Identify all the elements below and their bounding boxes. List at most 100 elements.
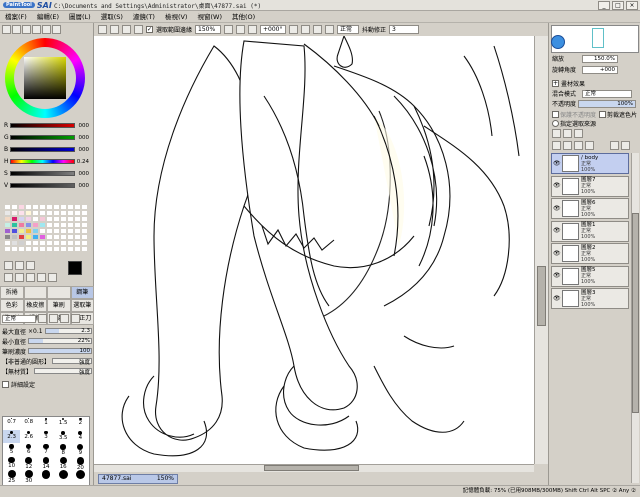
brush-size-preset[interactable]: 1.5: [55, 417, 72, 430]
slider-track[interactable]: [10, 159, 75, 164]
nav-rotation-field[interactable]: +000: [582, 65, 618, 74]
brush-property-multiplier[interactable]: ×0.1: [28, 328, 43, 335]
brush-shape-4-icon[interactable]: [71, 314, 80, 323]
brush-size-preset[interactable]: 4: [72, 430, 89, 443]
brush-size-preset[interactable]: 7: [37, 443, 54, 456]
eyedropper-icon[interactable]: [26, 261, 35, 270]
color-slider-h[interactable]: H 0.24: [4, 157, 90, 166]
brush-size-preset[interactable]: 12: [20, 456, 37, 470]
slider-track[interactable]: [10, 135, 75, 140]
layer-row[interactable]: 👁 / body 正常 100%: [551, 153, 629, 174]
color-swatch[interactable]: [39, 246, 46, 252]
brush-size-preset[interactable]: 5: [3, 443, 20, 456]
menu-window[interactable]: 視窗(W): [192, 11, 227, 23]
menu-layer[interactable]: 圖層(L): [64, 11, 96, 23]
minimize-button[interactable]: _: [598, 1, 610, 10]
menu-file[interactable]: 檔案(F): [0, 11, 32, 23]
color-swatch[interactable]: [74, 246, 81, 252]
brush-size-preset[interactable]: 20: [72, 456, 89, 471]
reset-rotation-icon[interactable]: [313, 25, 323, 34]
nav-zoom-field[interactable]: 150.0%: [582, 54, 618, 63]
menu-edit[interactable]: 編輯(E): [32, 11, 64, 23]
preserve-opacity-checkbox[interactable]: [552, 111, 559, 118]
brush-blend-select[interactable]: 正常: [2, 314, 36, 323]
rotate-right-icon[interactable]: [301, 25, 311, 34]
flip-icon[interactable]: [325, 25, 335, 34]
select-edges-checkbox[interactable]: ✓: [146, 26, 153, 33]
eyedropper-tool-icon[interactable]: [48, 273, 57, 282]
brush-tool[interactable]: 拆捲: [0, 286, 24, 299]
effect-row[interactable]: + 畫材效果: [552, 79, 585, 88]
layer-mask-icon[interactable]: [610, 141, 619, 150]
brush-size-preset[interactable]: 9: [72, 443, 89, 456]
color-wheel[interactable]: [5, 38, 85, 118]
zoom-select[interactable]: 150%: [195, 25, 222, 34]
eye-icon[interactable]: 👁: [553, 182, 561, 190]
selection-source-checkbox[interactable]: [552, 120, 559, 127]
brush-property-slider[interactable]: 強度: [34, 368, 92, 376]
brush-property-slider[interactable]: 2.3: [44, 328, 92, 334]
canvas-horizontal-scrollbar[interactable]: [94, 464, 534, 472]
effect-toggle[interactable]: +: [552, 80, 559, 87]
saturation-value-square[interactable]: [24, 57, 66, 99]
color-swatch[interactable]: [18, 246, 25, 252]
brush-size-preset[interactable]: 2.6: [20, 430, 37, 443]
color-swatch[interactable]: [11, 246, 18, 252]
brush-size-preset[interactable]: [72, 469, 89, 482]
stabilizer-select[interactable]: 3: [389, 25, 420, 34]
rotation-select[interactable]: +000°: [260, 25, 287, 34]
clipping-checkbox[interactable]: [599, 111, 607, 118]
menu-view[interactable]: 檢視(V): [160, 11, 193, 23]
hsv-slider-tab-icon[interactable]: [22, 25, 31, 34]
brush-tool[interactable]: 鋼筆: [70, 286, 94, 299]
brush-size-preset[interactable]: 16: [55, 456, 72, 470]
slider-track[interactable]: [10, 123, 75, 128]
brush-size-preset[interactable]: 10: [3, 456, 20, 469]
brush-size-preset[interactable]: [55, 469, 72, 482]
color-swatch[interactable]: [4, 246, 11, 252]
layer-row[interactable]: 👁 圖層6 正常 100%: [551, 198, 629, 219]
maximize-button[interactable]: □: [612, 1, 624, 10]
rgb-slider-tab-icon[interactable]: [12, 25, 21, 34]
color-wheel-tab-icon[interactable]: [2, 25, 11, 34]
menu-other[interactable]: 其他(O): [227, 11, 260, 23]
brush-size-preset[interactable]: 25: [3, 469, 20, 484]
close-button[interactable]: ×: [626, 1, 638, 10]
brush-tool[interactable]: [47, 286, 71, 299]
brush-size-preset[interactable]: 2: [72, 417, 89, 430]
horizontal-scroll-thumb[interactable]: [264, 465, 359, 471]
brush-tool[interactable]: 色彩: [0, 299, 24, 312]
color-swatch[interactable]: [67, 246, 74, 252]
rotate-icon[interactable]: [248, 25, 258, 34]
brush-size-preset[interactable]: 0.7: [3, 417, 20, 430]
invert-selection-icon[interactable]: [134, 25, 143, 34]
rotate-tool-icon[interactable]: [26, 273, 35, 282]
fg-bg-colors[interactable]: [68, 261, 88, 283]
apply-mask-icon[interactable]: [621, 141, 630, 150]
delete-layer-icon[interactable]: [585, 141, 594, 150]
merge-down-icon[interactable]: [563, 141, 572, 150]
brush-size-preset[interactable]: 6: [20, 443, 37, 456]
vertical-scroll-thumb[interactable]: [537, 266, 546, 326]
rotate-left-icon[interactable]: [289, 25, 299, 34]
menu-filter[interactable]: 濾鏡(T): [128, 11, 160, 23]
slider-track[interactable]: [10, 171, 75, 176]
mixer-tab-icon[interactable]: [42, 25, 51, 34]
brush-property-slider[interactable]: 強度: [52, 358, 92, 366]
brush-tool[interactable]: [23, 286, 47, 299]
deselect-icon[interactable]: [122, 25, 131, 34]
eye-icon[interactable]: 👁: [553, 250, 561, 258]
brush-size-preset[interactable]: 14: [37, 456, 54, 470]
brush-size-preset[interactable]: 1: [37, 417, 54, 430]
brush-property-slider[interactable]: 22%: [28, 338, 92, 344]
brush-tool[interactable]: 橡皮擦: [23, 299, 47, 312]
eye-icon[interactable]: 👁: [553, 272, 561, 280]
drawing-canvas[interactable]: [94, 36, 534, 464]
brush-size-preset[interactable]: [37, 469, 54, 482]
swatch-tab-icon[interactable]: [32, 25, 41, 34]
color-slider-r[interactable]: R 000: [4, 121, 90, 130]
slider-track[interactable]: [10, 183, 75, 188]
eye-icon[interactable]: 👁: [553, 227, 561, 235]
eye-icon[interactable]: 👁: [553, 160, 561, 168]
brush-size-preset[interactable]: 30: [20, 469, 37, 484]
